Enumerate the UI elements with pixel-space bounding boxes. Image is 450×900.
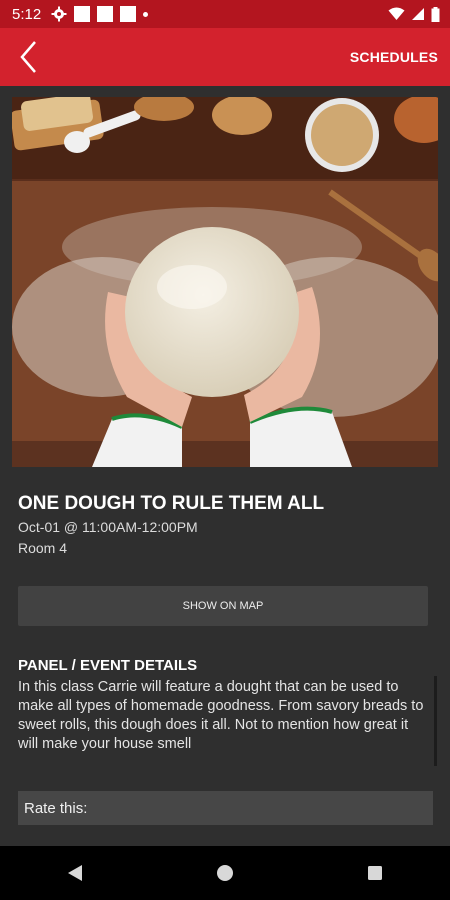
nav-back-button[interactable]	[45, 846, 105, 900]
event-room: Room 4	[18, 540, 68, 556]
notification-icons	[51, 6, 149, 22]
app-bar: SCHEDULES	[0, 28, 450, 86]
schedules-button[interactable]: SCHEDULES	[350, 49, 438, 65]
event-datetime: Oct-01 @ 11:00AM-12:00PM	[18, 519, 198, 535]
details-heading: PANEL / EVENT DETAILS	[18, 657, 198, 674]
circle-home-icon	[217, 865, 233, 881]
rating-section[interactable]: Rate this:	[18, 791, 433, 825]
battery-icon	[431, 6, 440, 22]
event-title: ONE DOUGH TO RULE THEM ALL	[18, 493, 325, 514]
system-icons	[388, 6, 440, 22]
status-time: 5:12	[12, 5, 42, 23]
show-on-map-button[interactable]: SHOW ON MAP	[18, 586, 428, 626]
nav-recents-button[interactable]	[345, 846, 405, 900]
system-navigation-bar	[0, 846, 450, 900]
cellular-signal-icon	[412, 8, 424, 20]
notification-square-icon	[74, 6, 91, 22]
wifi-icon	[388, 7, 405, 20]
scrollbar[interactable]	[434, 676, 437, 766]
details-body: In this class Carrie will feature a doug…	[18, 679, 424, 752]
notification-square-icon	[97, 6, 114, 22]
chevron-left-icon	[20, 41, 36, 73]
square-recents-icon	[368, 866, 382, 880]
event-image	[12, 97, 438, 467]
nav-home-button[interactable]	[195, 846, 255, 900]
rating-label: Rate this:	[24, 799, 88, 817]
more-notifications-dot-icon	[143, 11, 149, 17]
event-detail-content: ONE DOUGH TO RULE THEM ALL Oct-01 @ 11:0…	[0, 86, 450, 846]
gear-icon	[51, 6, 67, 22]
triangle-back-icon	[68, 865, 82, 881]
status-bar: 5:12	[0, 0, 450, 28]
back-button[interactable]	[0, 28, 58, 86]
notification-square-icon	[120, 6, 137, 22]
